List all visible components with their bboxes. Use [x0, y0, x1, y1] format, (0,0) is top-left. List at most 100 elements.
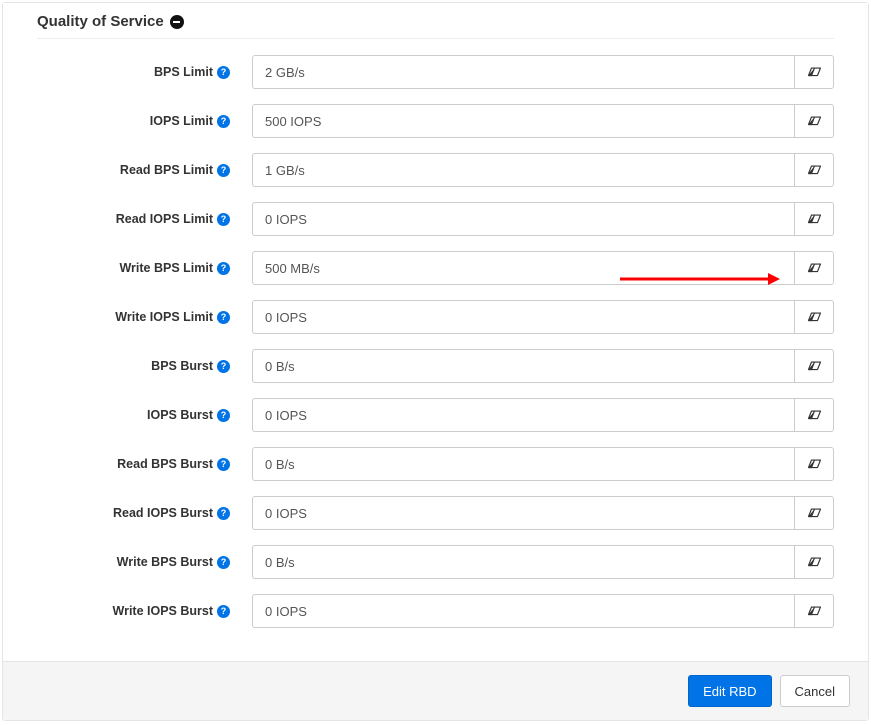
write_iops_burst-input[interactable]	[252, 594, 794, 628]
help-icon[interactable]	[217, 262, 230, 275]
field-label-text: Read BPS Burst	[117, 457, 213, 471]
help-icon[interactable]	[217, 605, 230, 618]
field-row-read_bps_limit: Read BPS Limit	[37, 153, 834, 187]
input-group	[252, 104, 834, 138]
field-label: IOPS Limit	[37, 114, 252, 128]
input-group	[252, 300, 834, 334]
read_iops_burst-input[interactable]	[252, 496, 794, 530]
field-label-text: BPS Limit	[154, 65, 213, 79]
help-icon[interactable]	[217, 66, 230, 79]
read_iops_limit-input[interactable]	[252, 202, 794, 236]
cancel-button[interactable]: Cancel	[780, 675, 850, 707]
field-row-iops_limit: IOPS Limit	[37, 104, 834, 138]
edit-rbd-button[interactable]: Edit RBD	[688, 675, 771, 707]
field-label-text: Write IOPS Limit	[115, 310, 213, 324]
section-title: Quality of Service	[37, 13, 164, 30]
field-row-write_bps_burst: Write BPS Burst	[37, 545, 834, 579]
help-icon[interactable]	[217, 213, 230, 226]
eraser-icon	[807, 410, 822, 421]
iops_burst-input[interactable]	[252, 398, 794, 432]
eraser-icon	[807, 557, 822, 568]
panel-footer: Edit RBD Cancel	[3, 661, 868, 720]
field-label-text: Read IOPS Limit	[116, 212, 213, 226]
field-label-text: BPS Burst	[151, 359, 213, 373]
field-label: Read BPS Limit	[37, 163, 252, 177]
help-icon[interactable]	[217, 360, 230, 373]
input-group	[252, 55, 834, 89]
input-group	[252, 251, 834, 285]
clear-button[interactable]	[794, 300, 834, 334]
eraser-icon	[807, 312, 822, 323]
field-label: IOPS Burst	[37, 408, 252, 422]
input-group	[252, 594, 834, 628]
input-group	[252, 202, 834, 236]
iops_limit-input[interactable]	[252, 104, 794, 138]
read_bps_burst-input[interactable]	[252, 447, 794, 481]
input-group	[252, 447, 834, 481]
field-label-text: Write IOPS Burst	[113, 604, 213, 618]
read_bps_limit-input[interactable]	[252, 153, 794, 187]
field-label: Write IOPS Burst	[37, 604, 252, 618]
field-label-text: Write BPS Burst	[117, 555, 213, 569]
fields-container: BPS Limit IOPS Limit Read BPS Limit Read IO…	[37, 55, 834, 628]
field-label: Read IOPS Burst	[37, 506, 252, 520]
write_bps_burst-input[interactable]	[252, 545, 794, 579]
help-icon[interactable]	[217, 311, 230, 324]
input-group	[252, 349, 834, 383]
eraser-icon	[807, 459, 822, 470]
clear-button[interactable]	[794, 496, 834, 530]
clear-button[interactable]	[794, 398, 834, 432]
field-label: BPS Limit	[37, 65, 252, 79]
field-row-bps_burst: BPS Burst	[37, 349, 834, 383]
eraser-icon	[807, 214, 822, 225]
clear-button[interactable]	[794, 251, 834, 285]
help-icon[interactable]	[217, 507, 230, 520]
field-label: Read IOPS Limit	[37, 212, 252, 226]
help-icon[interactable]	[217, 115, 230, 128]
clear-button[interactable]	[794, 55, 834, 89]
field-label-text: IOPS Limit	[150, 114, 213, 128]
input-group	[252, 398, 834, 432]
field-row-read_iops_burst: Read IOPS Burst	[37, 496, 834, 530]
field-label: Write BPS Burst	[37, 555, 252, 569]
field-label: Read BPS Burst	[37, 457, 252, 471]
field-row-read_iops_limit: Read IOPS Limit	[37, 202, 834, 236]
field-label: Write IOPS Limit	[37, 310, 252, 324]
field-row-write_iops_limit: Write IOPS Limit	[37, 300, 834, 334]
field-label-text: Read IOPS Burst	[113, 506, 213, 520]
field-row-iops_burst: IOPS Burst	[37, 398, 834, 432]
help-icon[interactable]	[217, 556, 230, 569]
field-label-text: Write BPS Limit	[119, 261, 213, 275]
eraser-icon	[807, 116, 822, 127]
field-row-bps_limit: BPS Limit	[37, 55, 834, 89]
clear-button[interactable]	[794, 104, 834, 138]
clear-button[interactable]	[794, 594, 834, 628]
bps_burst-input[interactable]	[252, 349, 794, 383]
clear-button[interactable]	[794, 447, 834, 481]
field-row-write_bps_limit: Write BPS Limit	[37, 251, 834, 285]
eraser-icon	[807, 606, 822, 617]
field-label: Write BPS Limit	[37, 261, 252, 275]
eraser-icon	[807, 67, 822, 78]
panel-body: Quality of Service BPS Limit IOPS Limit Re…	[3, 3, 868, 661]
field-label: BPS Burst	[37, 359, 252, 373]
bps_limit-input[interactable]	[252, 55, 794, 89]
clear-button[interactable]	[794, 349, 834, 383]
section-header[interactable]: Quality of Service	[37, 3, 834, 39]
input-group	[252, 545, 834, 579]
clear-button[interactable]	[794, 545, 834, 579]
input-group	[252, 496, 834, 530]
clear-button[interactable]	[794, 153, 834, 187]
write_iops_limit-input[interactable]	[252, 300, 794, 334]
eraser-icon	[807, 361, 822, 372]
qos-panel: Quality of Service BPS Limit IOPS Limit Re…	[2, 2, 869, 721]
help-icon[interactable]	[217, 164, 230, 177]
help-icon[interactable]	[217, 409, 230, 422]
help-icon[interactable]	[217, 458, 230, 471]
write_bps_limit-input[interactable]	[252, 251, 794, 285]
field-row-read_bps_burst: Read BPS Burst	[37, 447, 834, 481]
collapse-minus-icon[interactable]	[170, 15, 184, 29]
eraser-icon	[807, 508, 822, 519]
clear-button[interactable]	[794, 202, 834, 236]
eraser-icon	[807, 263, 822, 274]
